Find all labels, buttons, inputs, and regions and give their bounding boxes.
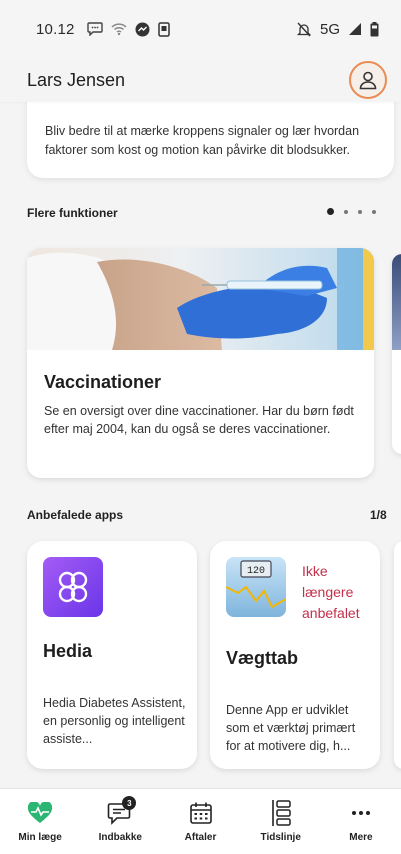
pagination-dot — [358, 209, 362, 214]
pagination-dot-active — [327, 208, 334, 215]
next-feature-card[interactable] — [392, 254, 401, 454]
timeline-icon — [267, 800, 295, 826]
nav-label-min-laege: Min læge — [18, 832, 62, 843]
app-header: Lars Jensen — [0, 58, 401, 102]
blood-sugar-card[interactable]: Kend dit blodsukker Bliv bedre til at mæ… — [27, 92, 394, 178]
hedia-logo-icon — [43, 557, 103, 617]
mute-icon — [296, 22, 312, 36]
nav-aftaler[interactable]: Aftaler — [160, 789, 240, 854]
vaccinations-description: Se en oversigt over dine vaccinationer. … — [44, 404, 354, 436]
app-card-hedia[interactable]: Hedia Hedia Diabetes Assistent, en perso… — [27, 541, 197, 769]
carousel-pagination — [327, 208, 376, 215]
status-bar: 10.12 5G — [0, 0, 401, 58]
features-section-title: Flere funktioner — [27, 206, 118, 220]
more-icon — [347, 800, 375, 826]
vaegttab-description: Denne App er udviklet som et værktøj pri… — [226, 703, 356, 753]
next-app-card[interactable] — [394, 541, 401, 769]
blood-sugar-description: Bliv bedre til at mærke kroppens signale… — [45, 124, 360, 157]
calendar-icon — [187, 800, 215, 826]
bottom-navigation: Min læge 3 Indbakke Aftaler Tidslinje Me… — [0, 788, 401, 854]
network-type: 5G — [319, 20, 340, 38]
nav-label-indbakke: Indbakke — [98, 832, 142, 843]
inbox-badge: 3 — [122, 796, 137, 810]
nav-label-tidslinje: Tidslinje — [260, 832, 301, 843]
vaccinations-card[interactable]: Vaccinationer Se en oversigt over dine v… — [27, 248, 374, 478]
vaccinations-title: Vaccinationer — [44, 372, 162, 392]
notification-icons — [86, 21, 170, 37]
status-time: 10.12 — [36, 20, 75, 38]
vaccination-image — [27, 248, 374, 350]
user-icon — [359, 71, 377, 90]
chat-icon: 3 — [106, 796, 137, 826]
heart-pulse-icon — [26, 800, 54, 826]
apps-section-title: Anbefalede apps — [27, 508, 124, 522]
signal-icon — [349, 23, 361, 35]
pagination-dot — [344, 209, 348, 214]
hedia-description: Hedia Diabetes Assistent, en personlig o… — [43, 696, 186, 746]
device-icon — [157, 21, 170, 37]
wifi-icon — [111, 23, 127, 36]
nav-label-aftaler: Aftaler — [184, 832, 217, 843]
scale-reading: 120 — [247, 566, 265, 577]
nav-label-mere: Mere — [349, 832, 373, 843]
scale-icon: 120 — [226, 557, 286, 617]
nav-tidslinje[interactable]: Tidslinje — [241, 789, 321, 854]
battery-icon — [370, 21, 379, 36]
message-icon — [86, 22, 103, 36]
not-recommended-label: Ikke længere anbefalet — [302, 563, 360, 621]
messenger-icon — [135, 22, 150, 36]
hedia-name: Hedia — [43, 641, 93, 661]
nav-mere[interactable]: Mere — [321, 789, 401, 854]
vaegttab-name: Vægttab — [226, 648, 298, 668]
user-name: Lars Jensen — [27, 69, 126, 90]
pagination-dot — [372, 209, 376, 214]
nav-indbakke[interactable]: 3 Indbakke — [80, 789, 160, 854]
nav-min-laege[interactable]: Min læge — [0, 789, 80, 854]
apps-counter: 1/8 — [370, 508, 387, 522]
status-right: 5G — [296, 21, 379, 38]
profile-button[interactable] — [349, 61, 387, 99]
app-card-vaegttab[interactable]: 120 Ikke længere anbefalet Vægttab Denne… — [210, 541, 380, 769]
